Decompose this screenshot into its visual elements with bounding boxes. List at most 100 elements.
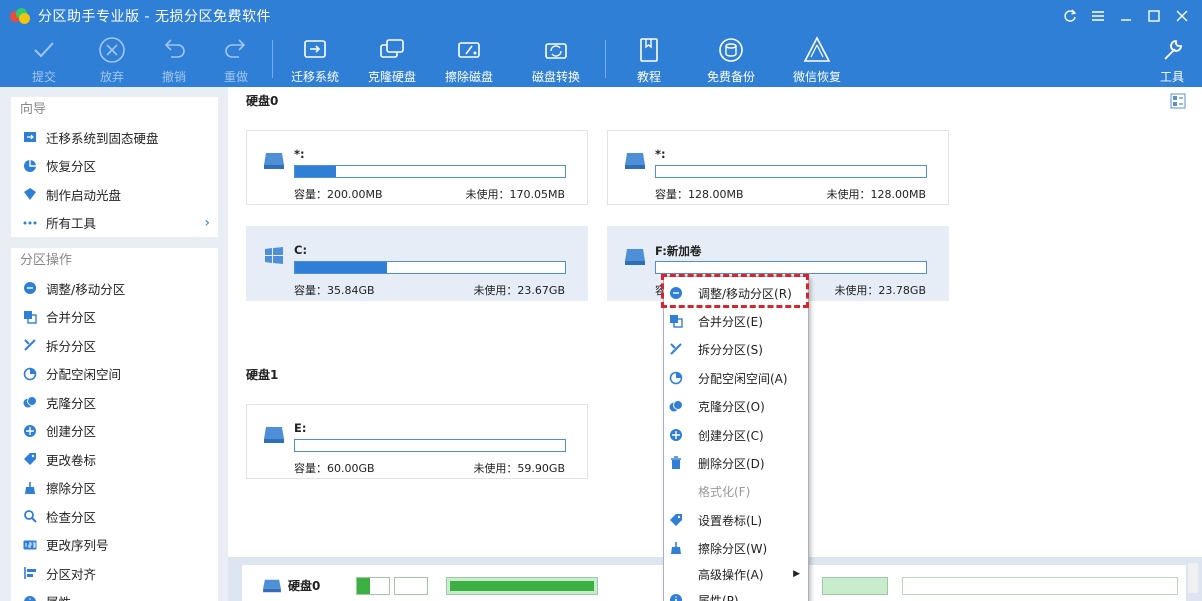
free-backup-button[interactable]: 免费备份 (696, 35, 766, 85)
usage-bar (294, 439, 566, 452)
sidebar-item-properties[interactable]: 属性 (11, 588, 218, 601)
merge-icon (668, 313, 684, 329)
sidebar-item-all-tools[interactable]: 所有工具 › (11, 209, 218, 238)
disk-block[interactable] (356, 577, 390, 595)
menu-item-allocate[interactable]: 分配空闲空间(A) (664, 365, 808, 391)
create-icon (668, 427, 684, 443)
sidebar-item-label[interactable]: 更改卷标 (11, 445, 218, 474)
clone-icon (22, 394, 38, 410)
info-icon (22, 594, 38, 601)
serial-icon (22, 537, 38, 553)
sidebar-item-merge[interactable]: 合并分区 (11, 303, 218, 332)
disk-block[interactable] (902, 577, 1178, 595)
resize-icon (22, 280, 38, 296)
usage-fill (295, 262, 387, 273)
menu-item-wipe[interactable]: 擦除分区(W) (664, 535, 808, 561)
menu-item-format[interactable]: 格式化(F) (664, 478, 808, 504)
maximize-icon[interactable] (1142, 4, 1166, 28)
close-circle-icon (99, 37, 125, 63)
app-logo-icon (10, 8, 30, 24)
tools-button[interactable]: 工具 (1137, 35, 1202, 85)
menu-item-delete[interactable]: 删除分区(D) (664, 450, 808, 476)
menu-item-clone[interactable]: 克隆分区(O) (664, 393, 808, 419)
guide-panel: 向导 迁移系统到固态硬盘 恢复分区 制作启动光盘 所有工具 › (11, 97, 218, 237)
recover-icon (22, 158, 38, 174)
drive-icon (264, 153, 284, 169)
search-icon (22, 508, 38, 524)
window-title: 分区助手专业版 - 无损分区免费软件 (38, 9, 271, 25)
windows-icon (265, 247, 283, 264)
sidebar-item-recover-partition[interactable]: 恢复分区 (11, 152, 218, 181)
guide-panel-title: 向导 (20, 102, 47, 117)
redo-icon (225, 39, 246, 58)
wipe-disk-button[interactable]: 擦除磁盘 (434, 35, 504, 85)
sidebar-item-resize[interactable]: 调整/移动分区 (11, 274, 218, 303)
sidebar-item-migrate-ssd[interactable]: 迁移系统到固态硬盘 (11, 123, 218, 152)
sidebar-item-align[interactable]: 分区对齐 (11, 559, 218, 588)
migrate-os-icon (304, 40, 326, 58)
migrate-os-button[interactable]: 迁移系统 (280, 35, 350, 85)
menu-icon[interactable] (1086, 4, 1110, 28)
tools-icon (1164, 40, 1182, 60)
more-icon (22, 215, 38, 231)
menu-item-advanced[interactable]: 高级操作(A) ▶ (664, 561, 808, 587)
partition-card[interactable]: *: 容量：200.00MB 未使用：170.05MB (246, 130, 588, 205)
sidebar-item-boot-disc[interactable]: 制作启动光盘 (11, 180, 218, 209)
window-controls (1058, 0, 1194, 32)
menu-item-properties[interactable]: 属性(P) (664, 587, 808, 601)
tag-icon (668, 512, 684, 528)
usage-bar (655, 261, 927, 274)
close-icon[interactable] (1170, 4, 1194, 28)
sidebar-item-split[interactable]: 拆分分区 (11, 331, 218, 360)
refresh-icon[interactable] (1058, 4, 1082, 28)
disk1-label: 硬盘1 (246, 368, 279, 382)
chevron-right-icon: › (204, 214, 210, 231)
menu-item-resize[interactable]: 调整/移动分区(R) (664, 280, 808, 306)
tutorial-button[interactable]: 教程 (614, 35, 684, 85)
partition-card[interactable]: *: 容量：128.00MB 未使用：128.00MB (607, 130, 949, 205)
disk-block[interactable] (822, 577, 888, 595)
redo-button[interactable]: 重做 (201, 35, 271, 85)
clone-disk-icon (380, 39, 404, 58)
drive-icon (625, 249, 645, 265)
disk-block-c[interactable] (446, 577, 598, 595)
submit-button[interactable]: 提交 (9, 35, 79, 85)
usage-bar (294, 261, 566, 274)
sidebar-item-check[interactable]: 检查分区 (11, 502, 218, 531)
usage-bar (655, 165, 927, 178)
sidebar-item-wipe[interactable]: 擦除分区 (11, 474, 218, 503)
menu-item-create[interactable]: 创建分区(C) (664, 422, 808, 448)
drive-icon (264, 427, 284, 443)
convert-disk-button[interactable]: 磁盘转换 (521, 35, 591, 85)
split-icon (668, 341, 684, 357)
clone-icon (668, 398, 684, 414)
view-toggle-icon[interactable] (1170, 93, 1186, 109)
menu-item-split[interactable]: 拆分分区(S) (664, 336, 808, 362)
undo-button[interactable]: 撤销 (139, 35, 209, 85)
bottom-disk-label: 硬盘0 (262, 577, 320, 594)
partition-card[interactable]: E: 容量：60.00GB 未使用：59.90GB (246, 404, 588, 479)
title-bar: 分区助手专业版 - 无损分区免费软件 (0, 0, 1202, 32)
sidebar-item-create[interactable]: 创建分区 (11, 417, 218, 446)
backup-icon (719, 38, 743, 62)
clone-disk-button[interactable]: 克隆硬盘 (357, 35, 427, 85)
drive-icon (263, 579, 281, 592)
partition-card-c[interactable]: C: 容量：35.84GB 未使用：23.67GB (246, 226, 588, 301)
wechat-recover-button[interactable]: 微信恢复 (782, 35, 852, 85)
sidebar-item-serial[interactable]: 更改序列号 (11, 531, 218, 560)
sidebar-item-allocate[interactable]: 分配空闲空间 (11, 360, 218, 389)
usage-fill (295, 166, 336, 177)
vertical-scrollbar[interactable] (1188, 563, 1198, 593)
allocate-icon (668, 370, 684, 386)
discard-button[interactable]: 放弃 (77, 35, 147, 85)
menu-item-set-label[interactable]: 设置卷标(L) (664, 507, 808, 533)
sidebar-item-clone[interactable]: 克隆分区 (11, 388, 218, 417)
submenu-arrow-icon: ▶ (793, 569, 800, 579)
disk-block[interactable] (394, 577, 428, 595)
sidebar: 向导 迁移系统到固态硬盘 恢复分区 制作启动光盘 所有工具 › 分区操作 调整/… (0, 87, 228, 601)
check-icon (34, 42, 54, 58)
menu-item-merge[interactable]: 合并分区(E) (664, 308, 808, 334)
create-icon (22, 423, 38, 439)
drive-icon (625, 153, 645, 169)
minimize-icon[interactable] (1114, 4, 1138, 28)
